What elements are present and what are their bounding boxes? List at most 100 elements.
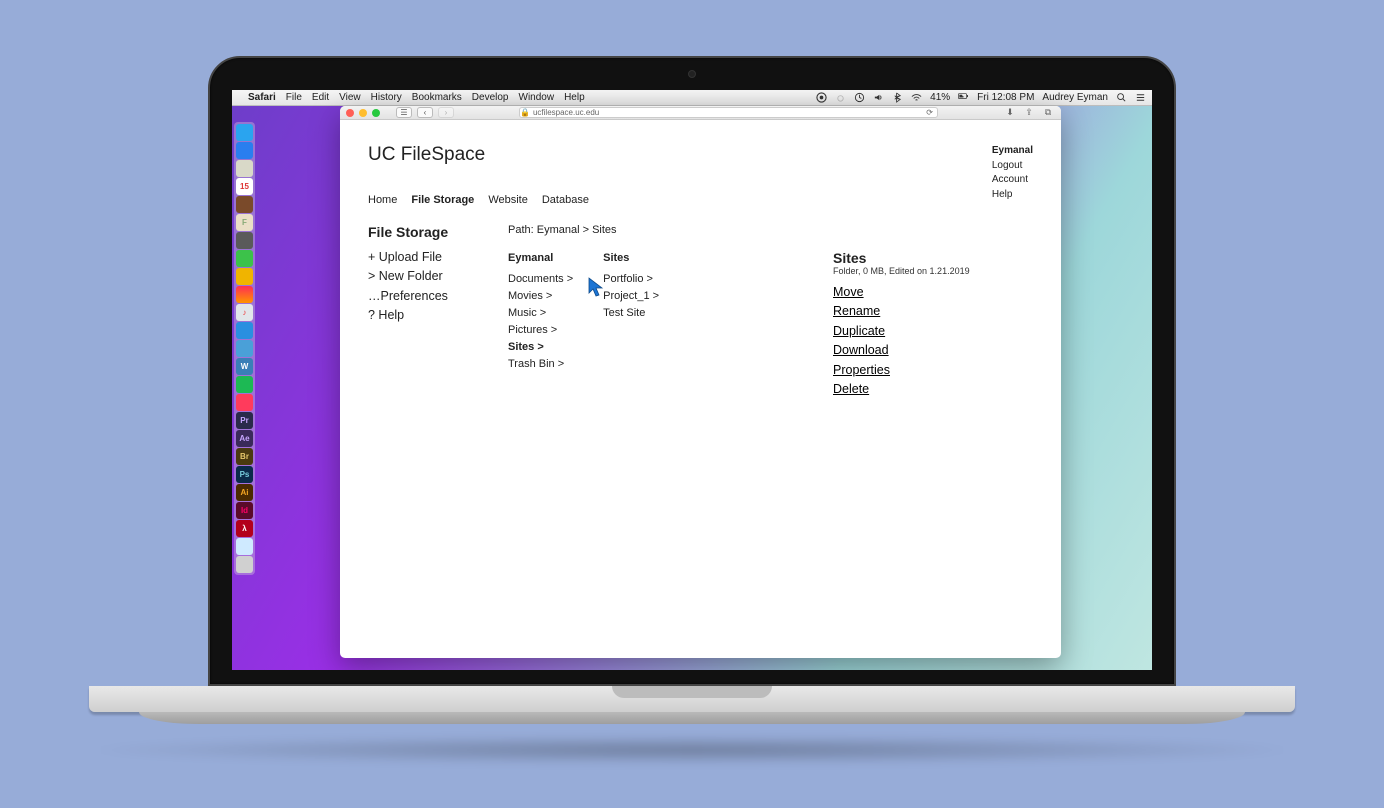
dock-item[interactable] bbox=[236, 250, 253, 267]
page-content: UC FileSpace Eymanal Logout Account Help… bbox=[340, 120, 1061, 658]
address-bar[interactable]: 🔒 ucfilespace.uc.edu ⟳ bbox=[519, 107, 938, 118]
menubar-item[interactable]: View bbox=[339, 92, 361, 103]
share-button[interactable]: ⇪ bbox=[1022, 107, 1036, 118]
menubar-username[interactable]: Audrey Eyman bbox=[1042, 92, 1108, 103]
dock-item[interactable] bbox=[236, 232, 253, 249]
spotlight-icon[interactable] bbox=[1116, 92, 1127, 103]
dock-item[interactable] bbox=[236, 322, 253, 339]
dock-item[interactable]: Ps bbox=[236, 466, 253, 483]
dock-item[interactable] bbox=[236, 538, 253, 555]
preferences-action[interactable]: …Preferences bbox=[368, 287, 468, 306]
help-action[interactable]: ? Help bbox=[368, 306, 468, 325]
volume-icon[interactable] bbox=[873, 92, 884, 103]
menu-list-icon[interactable] bbox=[1135, 92, 1146, 103]
window-close-button[interactable] bbox=[346, 109, 354, 117]
dock-item[interactable]: Ae bbox=[236, 430, 253, 447]
column-eymanal: Eymanal Documents >Movies >Music >Pictur… bbox=[508, 250, 573, 399]
battery-percent[interactable]: 41% bbox=[930, 92, 950, 103]
properties-action[interactable]: Properties bbox=[833, 361, 1033, 380]
upload-file-action[interactable]: + Upload File bbox=[368, 248, 468, 267]
creative-cloud-icon[interactable] bbox=[816, 92, 827, 103]
rename-action[interactable]: Rename bbox=[833, 302, 1033, 321]
dock-item[interactable] bbox=[236, 340, 253, 357]
folder-item[interactable]: Movies > bbox=[508, 288, 573, 305]
dock-item[interactable] bbox=[236, 556, 253, 573]
breadcrumb: Path: Eymanal > Sites bbox=[508, 224, 1033, 236]
column-sites: Sites Portfolio >Project_1 >Test Site bbox=[603, 250, 659, 399]
lock-icon: 🔒 bbox=[520, 108, 530, 117]
menubar-item[interactable]: Bookmarks bbox=[412, 92, 462, 103]
dock-item[interactable]: Pr bbox=[236, 412, 253, 429]
tab-home[interactable]: Home bbox=[368, 194, 397, 206]
folder-item[interactable]: Test Site bbox=[603, 305, 659, 322]
folder-item[interactable]: Trash Bin > bbox=[508, 356, 573, 373]
menubar-item[interactable]: Edit bbox=[312, 92, 329, 103]
dock-item[interactable]: λ bbox=[236, 520, 253, 537]
cursor-icon bbox=[588, 277, 606, 299]
wifi-icon[interactable] bbox=[911, 92, 922, 103]
bluetooth-icon[interactable] bbox=[892, 92, 903, 103]
laptop-base bbox=[89, 686, 1295, 712]
dock-item[interactable] bbox=[236, 142, 253, 159]
menubar-clock[interactable]: Fri 12:08 PM bbox=[977, 92, 1034, 103]
menubar-item[interactable]: History bbox=[371, 92, 402, 103]
menubar-item[interactable]: Develop bbox=[472, 92, 509, 103]
dock-item[interactable]: ♪ bbox=[236, 304, 253, 321]
dock-item[interactable] bbox=[236, 268, 253, 285]
folder-item[interactable]: Pictures > bbox=[508, 322, 573, 339]
delete-action[interactable]: Delete bbox=[833, 380, 1033, 399]
tab-file-storage[interactable]: File Storage bbox=[411, 194, 474, 206]
menubar-item[interactable]: File bbox=[286, 92, 302, 103]
laptop-mockup: Safari File Edit View History Bookmarks … bbox=[208, 56, 1176, 712]
tabs-button[interactable]: ⧉ bbox=[1041, 107, 1055, 118]
airdrop-icon[interactable] bbox=[835, 92, 846, 103]
dock-item[interactable] bbox=[236, 286, 253, 303]
dock-item[interactable] bbox=[236, 394, 253, 411]
back-button[interactable]: ‹ bbox=[417, 107, 433, 118]
dock-item[interactable]: Ai bbox=[236, 484, 253, 501]
download-action[interactable]: Download bbox=[833, 341, 1033, 360]
dock-item[interactable]: Br bbox=[236, 448, 253, 465]
new-folder-action[interactable]: > New Folder bbox=[368, 267, 468, 286]
macos-menubar: Safari File Edit View History Bookmarks … bbox=[232, 90, 1152, 106]
dock-item[interactable]: F bbox=[236, 214, 253, 231]
dock: 15 F ♪ W PrAeBrPsAiIdλ bbox=[234, 122, 255, 575]
move-action[interactable]: Move bbox=[833, 283, 1033, 302]
dock-item[interactable]: W bbox=[236, 358, 253, 375]
duplicate-action[interactable]: Duplicate bbox=[833, 322, 1033, 341]
downloads-button[interactable]: ⬇ bbox=[1003, 107, 1017, 118]
user-nav-link[interactable]: Logout bbox=[992, 159, 1033, 174]
window-zoom-button[interactable] bbox=[372, 109, 380, 117]
forward-button[interactable]: › bbox=[438, 107, 454, 118]
menubar-item[interactable]: Help bbox=[564, 92, 585, 103]
screen-frame: Safari File Edit View History Bookmarks … bbox=[208, 56, 1176, 686]
folder-item[interactable]: Project_1 > bbox=[603, 288, 659, 305]
user-nav: Eymanal Logout Account Help bbox=[992, 144, 1033, 202]
tab-website[interactable]: Website bbox=[488, 194, 528, 206]
dock-item[interactable]: Id bbox=[236, 502, 253, 519]
battery-icon[interactable] bbox=[958, 92, 969, 103]
window-minimize-button[interactable] bbox=[359, 109, 367, 117]
detail-meta: Folder, 0 MB, Edited on 1.21.2019 bbox=[833, 266, 1033, 276]
tab-database[interactable]: Database bbox=[542, 194, 589, 206]
menubar-item[interactable]: Window bbox=[519, 92, 555, 103]
dock-item[interactable] bbox=[236, 160, 253, 177]
sidebar-toggle-button[interactable]: ☰ bbox=[396, 107, 412, 118]
folder-item[interactable]: Portfolio > bbox=[603, 271, 659, 288]
dock-item[interactable]: 15 bbox=[236, 178, 253, 195]
user-nav-link[interactable]: Account bbox=[992, 173, 1033, 188]
folder-item[interactable]: Documents > bbox=[508, 271, 573, 288]
url-text: ucfilespace.uc.edu bbox=[533, 108, 599, 117]
timemachine-icon[interactable] bbox=[854, 92, 865, 103]
detail-panel: Sites Folder, 0 MB, Edited on 1.21.2019 … bbox=[833, 250, 1033, 399]
folder-item[interactable]: Music > bbox=[508, 305, 573, 322]
dock-item[interactable] bbox=[236, 124, 253, 141]
folder-item[interactable]: Sites > bbox=[508, 339, 573, 356]
menubar-app-name[interactable]: Safari bbox=[248, 92, 276, 103]
reload-icon[interactable]: ⟳ bbox=[926, 108, 937, 117]
dock-item[interactable] bbox=[236, 196, 253, 213]
laptop-notch bbox=[612, 686, 772, 698]
page-title: UC FileSpace bbox=[368, 144, 1033, 166]
user-nav-link[interactable]: Help bbox=[992, 188, 1033, 203]
dock-item[interactable] bbox=[236, 376, 253, 393]
